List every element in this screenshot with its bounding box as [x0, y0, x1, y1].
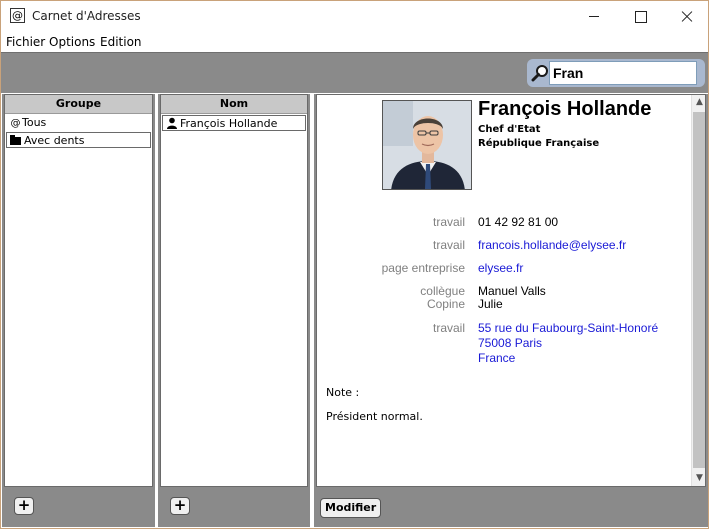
maximize-button[interactable]: [617, 1, 663, 31]
group-pane: Groupe @ Tous Avec dents +: [2, 94, 155, 527]
address-city: 75008 Paris: [478, 336, 543, 350]
menu-fichier[interactable]: Fichier: [6, 35, 45, 49]
add-group-button[interactable]: +: [14, 497, 34, 515]
webpage-link[interactable]: elysee.fr: [478, 261, 523, 275]
add-contact-button[interactable]: +: [170, 497, 190, 515]
contact-organization: République Française: [478, 138, 600, 149]
window-title: Carnet d'Adresses: [32, 9, 141, 23]
scroll-thumb[interactable]: [693, 112, 705, 468]
note-label: Note :: [326, 386, 360, 399]
relation-colleague-label: collègue: [420, 284, 465, 298]
relation-partner-label: Copine: [426, 297, 465, 311]
note-text: Président normal.: [326, 410, 423, 423]
group-item-tous[interactable]: @ Tous: [6, 115, 151, 131]
email-label: travail: [432, 238, 465, 252]
address-street: 55 rue du Faubourg-Saint-Honoré: [478, 321, 659, 335]
contact-card: François Hollande Chef d'Etat République…: [316, 94, 706, 487]
menu-bar: Fichier Options Edition: [1, 31, 708, 52]
address-country: France: [478, 351, 516, 365]
person-icon: [167, 117, 177, 129]
contact-photo: [382, 100, 472, 190]
folder-icon: [10, 135, 21, 145]
contact-item-francois-hollande[interactable]: François Hollande: [162, 115, 306, 131]
toolbar: Fran: [1, 52, 708, 93]
at-icon: @: [10, 118, 21, 129]
minimize-button[interactable]: [571, 1, 617, 31]
modify-button[interactable]: Modifier: [320, 498, 382, 518]
contact-name: François Hollande: [478, 98, 652, 120]
group-item-label: Tous: [22, 116, 47, 129]
search-icon[interactable]: [531, 64, 549, 82]
group-column-header[interactable]: Groupe: [5, 95, 152, 114]
scroll-down-arrow-icon[interactable]: ▼: [692, 471, 705, 486]
app-icon: @: [10, 8, 25, 23]
address-label: travail: [432, 321, 465, 335]
close-button[interactable]: [663, 1, 708, 31]
phone-value[interactable]: 01 42 92 81 00: [478, 215, 558, 229]
detail-scrollbar[interactable]: ▲ ▼: [691, 95, 705, 486]
name-pane: Nom François Hollande +: [158, 94, 310, 527]
group-item-label: Avec dents: [24, 134, 85, 147]
scroll-up-arrow-icon[interactable]: ▲: [692, 95, 705, 110]
search-box: Fran: [527, 59, 705, 87]
portrait-image: [383, 101, 471, 189]
address-book-window: @ Carnet d'Adresses Fichier Options Edit…: [0, 0, 709, 529]
title-bar: @ Carnet d'Adresses: [1, 1, 708, 31]
contact-item-label: François Hollande: [180, 117, 278, 130]
address-link[interactable]: 55 rue du Faubourg-Saint-Honoré 75008 Pa…: [478, 321, 658, 366]
email-link[interactable]: francois.hollande@elysee.fr: [478, 238, 626, 252]
relation-colleague-value: Manuel Valls: [478, 284, 546, 298]
name-column-header[interactable]: Nom: [161, 95, 307, 114]
relation-partner-value: Julie: [478, 297, 503, 311]
contact-job-title: Chef d'Etat: [478, 124, 541, 135]
detail-pane: François Hollande Chef d'Etat République…: [314, 94, 708, 527]
menu-edition[interactable]: Edition: [100, 35, 142, 49]
name-list: Nom François Hollande: [160, 94, 308, 487]
phone-label: travail: [432, 215, 465, 229]
group-list: Groupe @ Tous Avec dents: [4, 94, 153, 487]
search-input[interactable]: Fran: [549, 61, 697, 85]
group-item-avec-dents[interactable]: Avec dents: [6, 132, 151, 148]
menu-options[interactable]: Options: [49, 35, 95, 49]
webpage-label: page entreprise: [381, 261, 465, 275]
